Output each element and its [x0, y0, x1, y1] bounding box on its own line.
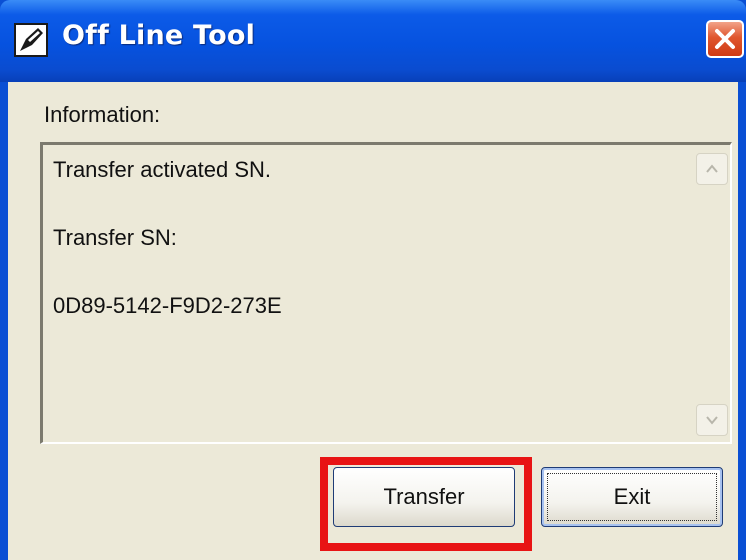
information-label: Information: [44, 102, 161, 127]
scroll-up-button[interactable] [696, 153, 728, 185]
dialog-window: Off Line Tool Information: Transfer acti… [0, 0, 746, 560]
exit-button-label: Exit [613, 484, 651, 509]
app-pen-icon [14, 23, 48, 57]
info-line-activated: Transfer activated SN. [53, 157, 272, 182]
info-line-serial-number: 0D89-5142-F9D2-273E [53, 293, 282, 318]
exit-button[interactable]: Exit [541, 467, 723, 527]
chevron-down-icon [706, 416, 718, 425]
vertical-scrollbar[interactable] [696, 147, 728, 440]
info-line-transfer-sn: Transfer SN: [53, 225, 177, 250]
information-textbox[interactable]: Transfer activated SN. Transfer SN: 0D89… [40, 142, 732, 444]
title-bar[interactable]: Off Line Tool [0, 0, 746, 82]
information-text: Transfer activated SN. Transfer SN: 0D89… [53, 153, 282, 323]
close-button[interactable] [706, 20, 744, 58]
window-title: Off Line Tool [62, 20, 256, 51]
chevron-up-icon [706, 164, 718, 173]
scroll-down-button[interactable] [696, 404, 728, 436]
dialog-body: Information: Transfer activated SN. Tran… [8, 82, 738, 560]
transfer-button[interactable]: Transfer [333, 467, 515, 527]
close-icon [715, 29, 735, 49]
